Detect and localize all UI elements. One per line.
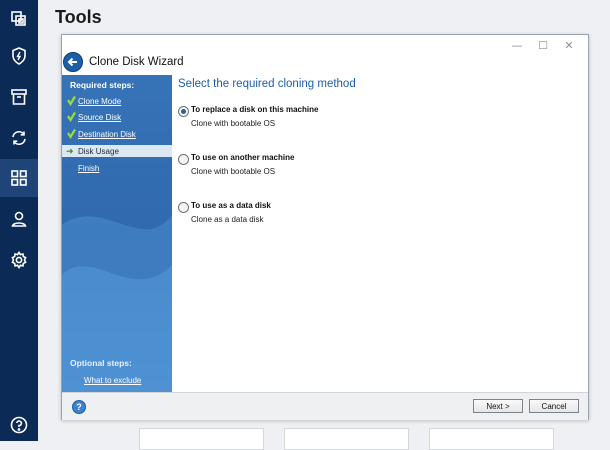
help-icon bbox=[10, 416, 28, 434]
sidebar-protection-button[interactable] bbox=[0, 37, 38, 75]
step-disk-usage[interactable]: ➜ Disk Usage bbox=[62, 145, 172, 157]
option-description: Clone as a data disk bbox=[191, 215, 264, 224]
step-label: What to exclude bbox=[84, 375, 142, 385]
copy-icon bbox=[11, 11, 26, 26]
sidebar-tools-button[interactable] bbox=[0, 159, 38, 197]
option-label[interactable]: To replace a disk on this machine bbox=[191, 105, 318, 114]
sidebar-sync-button[interactable] bbox=[0, 119, 38, 157]
step-what-to-exclude[interactable]: What to exclude bbox=[62, 374, 172, 386]
sidebar-help-button[interactable] bbox=[0, 406, 38, 444]
cancel-button[interactable]: Cancel bbox=[529, 399, 579, 413]
radio-another-machine[interactable] bbox=[178, 154, 189, 165]
account-icon bbox=[11, 211, 27, 227]
page-title: Tools bbox=[55, 7, 102, 27]
back-button[interactable] bbox=[63, 52, 83, 72]
step-destination-disk[interactable]: Destination Disk bbox=[62, 128, 172, 140]
background-tile bbox=[139, 428, 264, 450]
option-label[interactable]: To use as a data disk bbox=[191, 201, 271, 210]
background-tile bbox=[429, 428, 554, 450]
shield-icon bbox=[12, 47, 26, 65]
step-label: Source Disk bbox=[78, 112, 122, 122]
check-icon bbox=[67, 95, 76, 107]
step-label: Clone Mode bbox=[78, 96, 122, 106]
archive-icon bbox=[11, 89, 27, 105]
sidebar-account-button[interactable] bbox=[0, 200, 38, 238]
option-label[interactable]: To use on another machine bbox=[191, 153, 294, 162]
help-icon[interactable]: ? bbox=[72, 400, 86, 414]
app-sidebar bbox=[0, 0, 38, 441]
background-tile bbox=[284, 428, 409, 450]
step-clone-mode[interactable]: Clone Mode bbox=[62, 95, 172, 107]
dialog-title: Clone Disk Wizard bbox=[89, 56, 184, 68]
check-icon bbox=[67, 111, 76, 123]
step-label: Finish bbox=[78, 163, 100, 173]
option-description: Clone with bootable OS bbox=[191, 119, 276, 128]
sidebar-settings-button[interactable] bbox=[0, 241, 38, 279]
step-label: Disk Usage bbox=[78, 146, 119, 156]
settings-icon bbox=[11, 251, 27, 269]
step-source-disk[interactable]: Source Disk bbox=[62, 111, 172, 123]
required-steps-heading: Required steps: bbox=[70, 80, 135, 90]
check-icon bbox=[67, 128, 76, 140]
dialog-header: Clone Disk Wizard bbox=[62, 51, 588, 73]
radio-replace-disk[interactable] bbox=[178, 106, 189, 117]
dialog-footer: ? Next > Cancel bbox=[62, 392, 588, 420]
current-step-arrow-icon: ➜ bbox=[66, 146, 74, 156]
sync-icon bbox=[12, 130, 26, 146]
back-arrow-icon bbox=[67, 57, 77, 67]
option-description: Clone with bootable OS bbox=[191, 167, 276, 176]
content-heading: Select the required cloning method bbox=[178, 78, 356, 90]
next-button[interactable]: Next > bbox=[473, 399, 523, 413]
clone-disk-wizard-dialog: — ☐ ✕ Clone Disk Wizard Required steps: … bbox=[61, 34, 589, 420]
radio-data-disk[interactable] bbox=[178, 202, 189, 213]
tools-grid-icon bbox=[11, 170, 27, 186]
sidebar-archive-button[interactable] bbox=[0, 78, 38, 116]
sidebar-backup-button[interactable] bbox=[0, 0, 38, 38]
step-label: Destination Disk bbox=[78, 129, 136, 139]
wizard-steps-panel: Required steps: Clone Mode Source Disk D… bbox=[62, 75, 172, 392]
step-finish[interactable]: Finish bbox=[62, 162, 172, 174]
optional-steps-heading: Optional steps: bbox=[70, 358, 132, 368]
